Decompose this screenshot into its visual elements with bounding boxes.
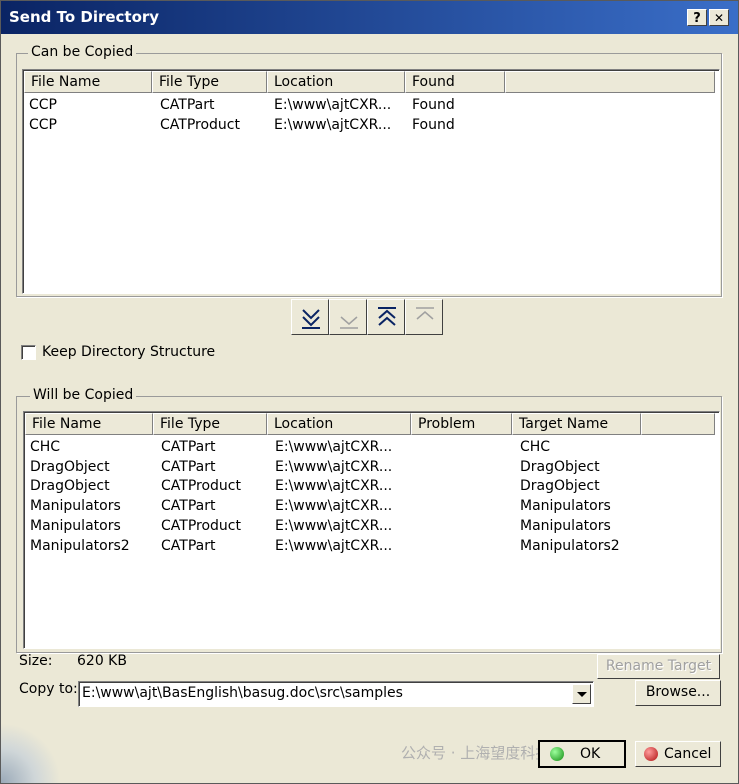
table-row[interactable]: Manipulators CATProduct E:\www\ajtCXR...… (25, 516, 715, 536)
column-header-file-type[interactable]: File Type (153, 413, 267, 435)
copy-to-value: E:\www\ajt\BasEnglish\basug.doc\src\samp… (82, 685, 403, 701)
cell-file-type: CATPart (161, 538, 216, 554)
cell-file-type: CATProduct (161, 478, 241, 494)
column-header-file-name[interactable]: File Name (24, 71, 152, 93)
browse-button[interactable]: Browse... (635, 680, 721, 706)
column-header-file-name[interactable]: File Name (25, 413, 153, 435)
cell-file-type: CATPart (161, 439, 216, 455)
cancel-label: Cancel (664, 746, 712, 762)
cell-file-type: CATProduct (161, 518, 241, 534)
can-be-copied-label: Can be Copied (28, 44, 137, 60)
move-all-down-button[interactable] (291, 299, 329, 335)
ok-green-icon (550, 747, 564, 761)
column-header-filler (505, 71, 715, 93)
cell-location: E:\www\ajtCXR... (275, 538, 393, 554)
cell-location: E:\www\ajtCXR... (275, 498, 393, 514)
cell-file-type: CATProduct (160, 117, 240, 133)
cell-target-name: DragObject (520, 478, 600, 494)
rename-target-button[interactable]: Rename Target (597, 654, 720, 679)
cell-target-name: CHC (520, 439, 551, 455)
copy-to-combobox[interactable]: E:\www\ajt\BasEnglish\basug.doc\src\samp… (78, 681, 594, 707)
cell-file-name: Manipulators (30, 498, 121, 514)
size-value: 620 KB (77, 653, 127, 669)
help-button[interactable]: ? (687, 9, 707, 26)
cell-file-type: CATPart (161, 498, 216, 514)
size-label: Size: (19, 653, 53, 669)
cell-target-name: Manipulators2 (520, 538, 620, 554)
cell-file-name: Manipulators2 (30, 538, 130, 554)
cell-found: Found (412, 97, 455, 113)
cell-file-type: CATPart (160, 97, 215, 113)
window-title: Send To Directory (9, 8, 160, 26)
column-header-file-type[interactable]: File Type (152, 71, 267, 93)
table-row[interactable]: Manipulators CATPart E:\www\ajtCXR... Ma… (25, 496, 715, 516)
cell-location: E:\www\ajtCXR... (275, 518, 393, 534)
cancel-red-icon (644, 747, 658, 761)
cell-location: E:\www\ajtCXR... (274, 97, 392, 113)
chevron-down-icon[interactable] (572, 684, 591, 704)
column-header-location[interactable]: Location (267, 71, 405, 93)
column-header-location[interactable]: Location (267, 413, 411, 435)
double-chevron-up-icon (378, 307, 396, 326)
table-row[interactable]: CCP CATProduct E:\www\ajtCXR... Found (24, 115, 714, 135)
cell-file-name: DragObject (30, 459, 110, 475)
will-be-copied-label: Will be Copied (30, 387, 137, 403)
table-row[interactable]: DragObject CATPart E:\www\ajtCXR... Drag… (25, 457, 715, 477)
column-header-filler (641, 413, 715, 435)
table-row[interactable]: CHC CATPart E:\www\ajtCXR... CHC (25, 437, 715, 457)
cell-target-name: Manipulators (520, 498, 611, 514)
double-chevron-down-icon (302, 309, 320, 329)
cell-target-name: DragObject (520, 459, 600, 475)
cell-file-name: CCP (29, 117, 57, 133)
column-header-found[interactable]: Found (405, 71, 505, 93)
column-header-target-name[interactable]: Target Name (512, 413, 641, 435)
keep-directory-structure-label: Keep Directory Structure (42, 344, 216, 360)
chevron-up-icon (416, 307, 434, 320)
column-header-problem[interactable]: Problem (411, 413, 512, 435)
cell-file-name: DragObject (30, 478, 110, 494)
chevron-down-icon (340, 316, 358, 329)
cell-file-name: CCP (29, 97, 57, 113)
will-be-copied-list[interactable]: File Name File Type Location Problem Tar… (23, 411, 720, 649)
copy-to-label: Copy to: (19, 681, 78, 697)
cell-file-name: Manipulators (30, 518, 121, 534)
cell-file-name: CHC (30, 439, 61, 455)
table-row[interactable]: Manipulators2 CATPart E:\www\ajtCXR... M… (25, 536, 715, 556)
move-down-button[interactable] (329, 299, 367, 335)
cell-location: E:\www\ajtCXR... (274, 117, 392, 133)
corner-decoration (1, 723, 61, 783)
cell-location: E:\www\ajtCXR... (275, 478, 393, 494)
cancel-button[interactable]: Cancel (635, 741, 721, 767)
move-up-button[interactable] (405, 299, 443, 335)
cell-file-type: CATPart (161, 459, 216, 475)
title-bar[interactable]: Send To Directory ? ✕ (1, 1, 738, 34)
cell-target-name: Manipulators (520, 518, 611, 534)
cell-location: E:\www\ajtCXR... (275, 459, 393, 475)
cell-found: Found (412, 117, 455, 133)
send-to-directory-dialog: Send To Directory ? ✕ Can be Copied File… (0, 0, 739, 784)
ok-button[interactable]: OK (538, 740, 626, 768)
ok-label: OK (580, 746, 601, 762)
keep-directory-structure-checkbox[interactable] (21, 345, 36, 360)
can-be-copied-list[interactable]: File Name File Type Location Found CCP C… (22, 69, 720, 294)
cell-location: E:\www\ajtCXR... (275, 439, 393, 455)
close-button[interactable]: ✕ (709, 9, 729, 26)
table-row[interactable]: CCP CATPart E:\www\ajtCXR... Found (24, 95, 714, 115)
move-all-up-button[interactable] (367, 299, 405, 335)
table-row[interactable]: DragObject CATProduct E:\www\ajtCXR... D… (25, 476, 715, 496)
